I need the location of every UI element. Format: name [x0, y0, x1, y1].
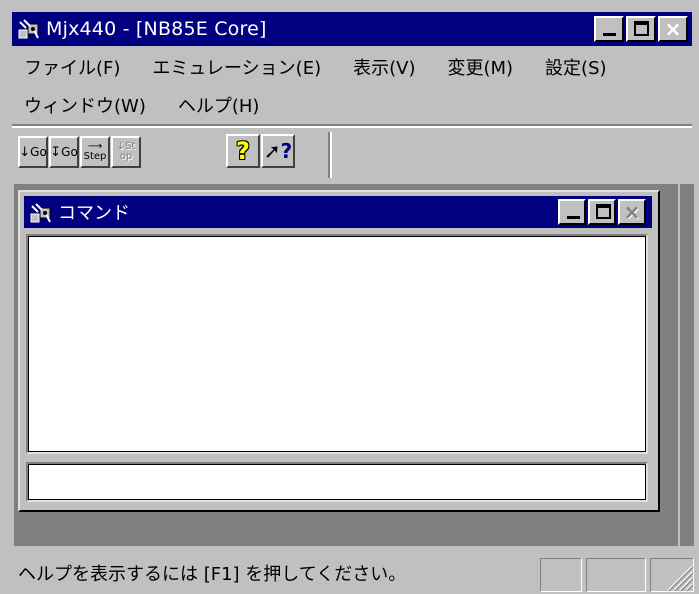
- menu-window[interactable]: ウィンドウ(W): [24, 92, 146, 118]
- command-output-area[interactable]: [26, 234, 648, 454]
- step-icon: ⟶ Step: [83, 141, 107, 162]
- menu-file[interactable]: ファイル(F): [24, 54, 120, 80]
- status-pane-2: [586, 558, 646, 592]
- close-icon: ×: [664, 17, 682, 41]
- app-icon[interactable]: [16, 16, 42, 42]
- command-close-button[interactable]: ×: [618, 199, 646, 225]
- step-go-button[interactable]: ↧Go: [49, 136, 79, 168]
- maximize-button[interactable]: [626, 16, 656, 42]
- status-text: ヘルプを表示するには [F1] を押してください。: [18, 564, 407, 585]
- help-button[interactable]: ?: [226, 134, 260, 168]
- status-bar: ヘルプを表示するには [F1] を押してください。: [12, 550, 696, 594]
- menu-help[interactable]: ヘルプ(H): [178, 92, 260, 118]
- step-go-icon: ↧Go: [50, 144, 78, 160]
- command-window-title: コマンド: [58, 203, 130, 224]
- run-controls: ↓Go ↧Go ⟶ Step ↓St op: [18, 136, 142, 168]
- go-icon: ↓Go: [19, 144, 47, 160]
- toolbar-divider: [328, 132, 332, 178]
- close-button[interactable]: ×: [658, 16, 688, 42]
- command-window-icon[interactable]: [28, 200, 52, 224]
- help-controls: ? ➚?: [226, 134, 296, 168]
- context-help-icon: ➚?: [263, 139, 293, 163]
- stop-icon: ↓St op: [116, 141, 136, 162]
- step-button[interactable]: ⟶ Step: [80, 136, 110, 168]
- status-pane-1: [540, 558, 582, 592]
- window-title: Mjx440 - [NB85E Core]: [46, 18, 267, 40]
- command-window[interactable]: コマンド ×: [18, 190, 660, 512]
- main-titlebar[interactable]: Mjx440 - [NB85E Core] ×: [12, 12, 692, 46]
- stop-button[interactable]: ↓St op: [111, 136, 141, 168]
- mdi-scroll-edge: [680, 184, 694, 546]
- command-input[interactable]: [26, 462, 648, 502]
- command-minimize-button[interactable]: [558, 199, 586, 225]
- menu-modify[interactable]: 変更(M): [447, 54, 513, 80]
- menu-settings[interactable]: 設定(S): [545, 54, 606, 80]
- context-help-button[interactable]: ➚?: [261, 134, 295, 168]
- resize-grip-icon[interactable]: [660, 558, 694, 592]
- menu-view[interactable]: 表示(V): [353, 54, 415, 80]
- command-window-titlebar[interactable]: コマンド ×: [24, 196, 652, 228]
- menu-emulation[interactable]: エミュレーション(E): [152, 54, 321, 80]
- close-icon: ×: [623, 200, 641, 224]
- minimize-button[interactable]: [594, 16, 624, 42]
- command-maximize-button[interactable]: [588, 199, 616, 225]
- help-question-icon: ?: [236, 137, 250, 165]
- caption-buttons: ×: [592, 16, 688, 42]
- menu-bar-row-1: ファイル(F) エミュレーション(E) 表示(V) 変更(M) 設定(S): [14, 48, 684, 86]
- toolbar: ↓Go ↧Go ⟶ Step ↓St op ? ➚?: [12, 128, 692, 182]
- go-button[interactable]: ↓Go: [18, 136, 48, 168]
- menu-bar-row-2: ウィンドウ(W) ヘルプ(H): [14, 86, 684, 124]
- command-window-caption-buttons: ×: [556, 199, 646, 225]
